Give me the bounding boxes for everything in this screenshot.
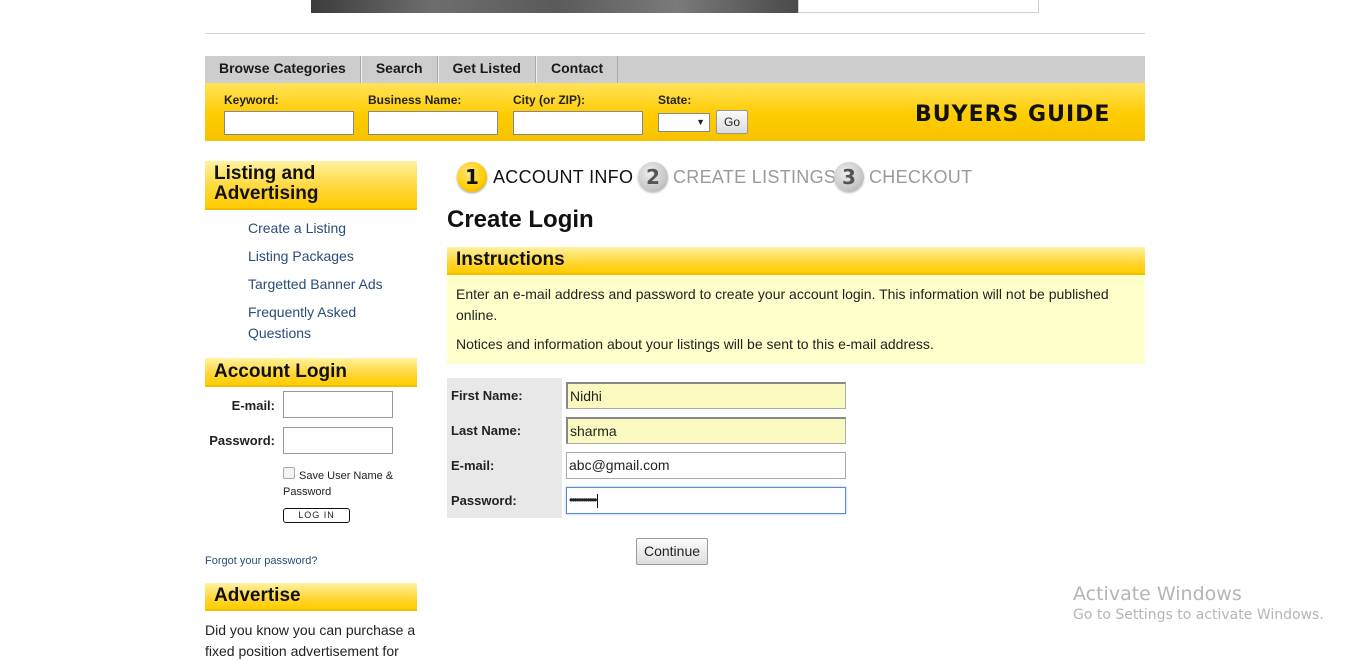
step-3-label: CHECKOUT xyxy=(869,167,973,187)
instructions-heading: Instructions xyxy=(447,247,1145,275)
step-1-label: ACCOUNT INFO xyxy=(493,167,634,187)
sidebar-link-create-listing[interactable]: Create a Listing xyxy=(248,218,346,239)
activate-windows-subtitle: Go to Settings to activate Windows. xyxy=(1073,607,1324,623)
login-password-label: Password: xyxy=(209,433,275,448)
state-label: State: xyxy=(658,93,692,107)
instructions-paragraph-2: Notices and information about your listi… xyxy=(456,336,934,352)
advertise-text: Did you know you can purchase a fixed po… xyxy=(205,622,416,659)
email-input[interactable]: abc@gmail.com xyxy=(566,452,846,479)
password-label: Password: xyxy=(451,493,517,508)
sidebar-link-banner-ads[interactable]: Targetted Banner Ads xyxy=(248,274,383,295)
sidebar-link-faq[interactable]: Frequently Asked Questions xyxy=(248,302,388,344)
brand-title: BUYERS GUIDE xyxy=(915,102,1111,127)
keyword-label: Keyword: xyxy=(224,93,279,107)
page-title: Create Login xyxy=(447,206,594,233)
email-label: E-mail: xyxy=(451,458,495,473)
login-password-input[interactable] xyxy=(283,427,393,454)
search-bar: Keyword: Business Name: City (or ZIP): S… xyxy=(205,83,1145,141)
login-button[interactable]: LOG IN xyxy=(283,508,350,523)
state-select[interactable]: ▼ xyxy=(658,113,710,132)
login-email-label: E-mail: xyxy=(231,398,275,413)
main-nav: Browse Categories Search Get Listed Cont… xyxy=(205,56,1145,83)
first-name-label: First Name: xyxy=(451,388,523,403)
sidebar-link-listing-packages[interactable]: Listing Packages xyxy=(248,246,354,267)
password-input[interactable]: •••••••••••• xyxy=(566,487,846,514)
activate-windows-title: Activate Windows xyxy=(1073,583,1242,605)
go-button[interactable]: Go xyxy=(716,110,748,134)
last-name-label: Last Name: xyxy=(451,423,522,438)
city-input[interactable] xyxy=(513,111,643,135)
business-name-label: Business Name: xyxy=(368,93,462,107)
instructions-body: Enter an e-mail address and password to … xyxy=(447,275,1145,364)
account-login-heading: Account Login xyxy=(205,358,417,387)
save-credentials-label: Save User Name & Password xyxy=(283,470,394,498)
city-label: City (or ZIP): xyxy=(513,93,585,107)
last-name-input[interactable]: sharma xyxy=(566,417,846,444)
step-2-label: CREATE LISTINGS xyxy=(673,167,837,187)
step-1-badge: 1 xyxy=(457,162,487,192)
forgot-password-link[interactable]: Forgot your password? xyxy=(205,555,318,567)
business-name-input[interactable] xyxy=(368,111,498,135)
step-3-badge: 3 xyxy=(834,162,864,192)
advertise-heading: Advertise xyxy=(205,583,417,611)
nav-browse-categories[interactable]: Browse Categories xyxy=(205,56,361,83)
continue-button[interactable]: Continue xyxy=(636,538,708,565)
nav-search[interactable]: Search xyxy=(360,56,438,83)
instructions-paragraph-1: Enter an e-mail address and password to … xyxy=(456,286,1109,323)
text-cursor xyxy=(597,493,599,508)
banner-box xyxy=(798,0,1039,13)
first-name-input[interactable]: Nidhi xyxy=(566,382,846,409)
step-2-badge: 2 xyxy=(638,162,668,192)
nav-get-listed[interactable]: Get Listed xyxy=(437,56,536,83)
chevron-down-icon: ▼ xyxy=(696,117,705,127)
keyword-input[interactable] xyxy=(224,111,354,135)
top-divider xyxy=(205,33,1145,34)
login-email-input[interactable] xyxy=(283,391,393,418)
banner-image xyxy=(311,0,798,13)
password-mask: •••••••••••• xyxy=(569,493,597,507)
nav-contact[interactable]: Contact xyxy=(536,56,619,83)
listing-advertising-heading: Listing and Advertising xyxy=(205,161,417,210)
